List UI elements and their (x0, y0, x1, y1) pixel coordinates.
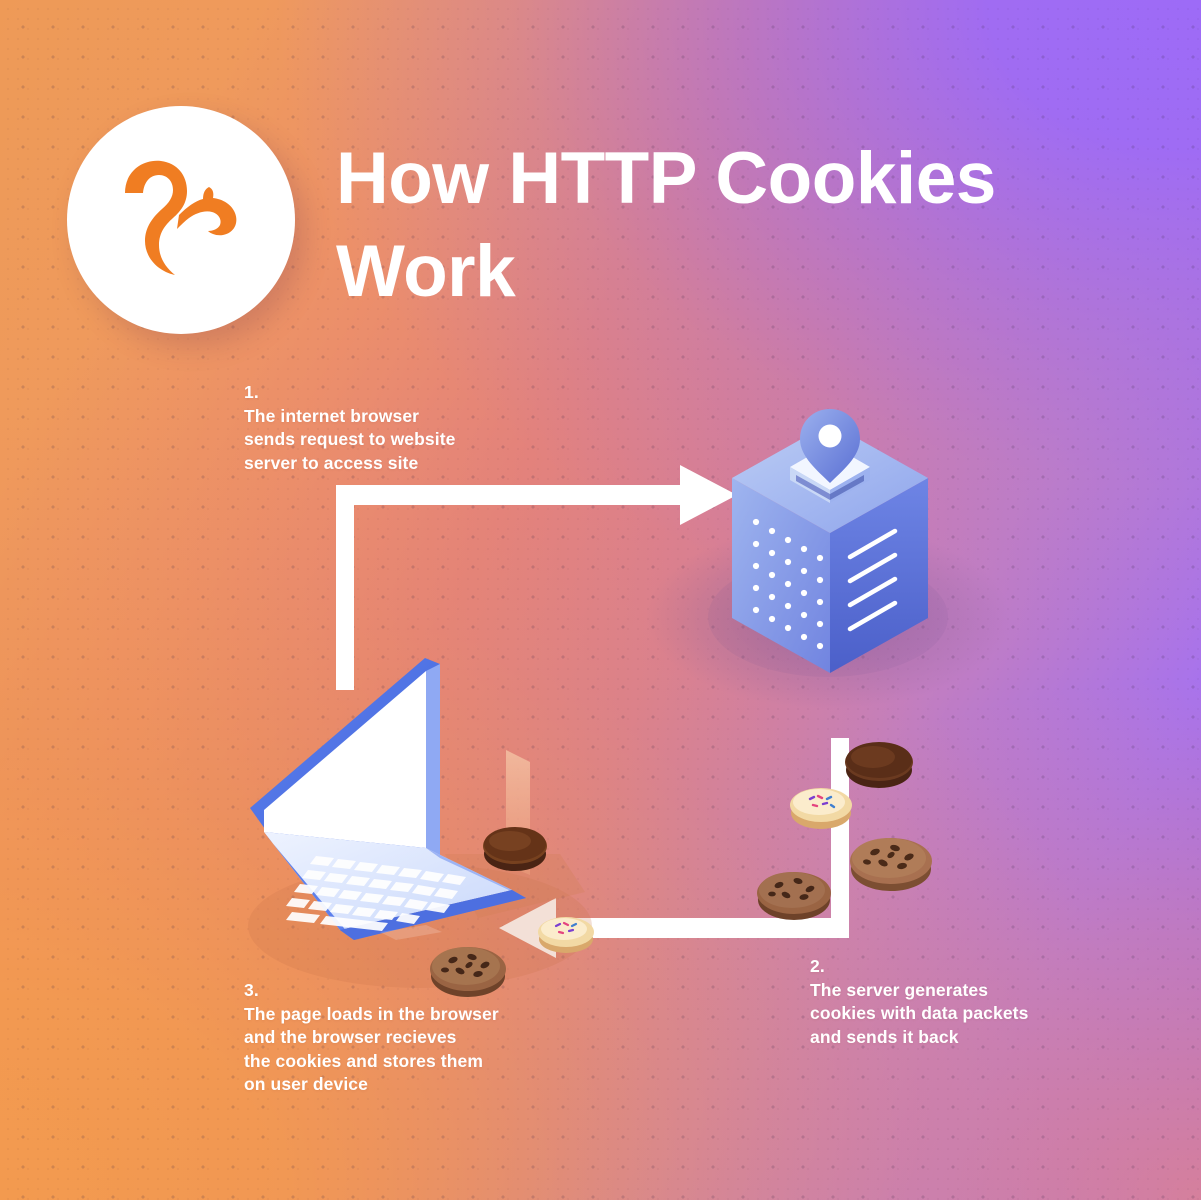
cookie-dark-on-laptop (483, 827, 547, 871)
step-3-text: The page loads in the browser and the br… (244, 1003, 499, 1095)
step-1-text: The internet browser sends request to we… (244, 405, 456, 473)
step-2-caption: 2. The server generates cookies with dat… (810, 955, 1100, 1049)
cookie-chip-right (850, 838, 932, 891)
step-1-caption: 1. The internet browser sends request to… (244, 381, 544, 475)
laptop-lid (250, 658, 440, 858)
infographic-canvas: How HTTP Cookies Work 1. The internet br… (0, 0, 1201, 1200)
step-2-text: The server generates cookies with data p… (810, 979, 1029, 1047)
step-3-number: 3. (244, 980, 259, 1000)
step-1-number: 1. (244, 382, 259, 402)
step-2-number: 2. (810, 956, 825, 976)
cookie-sprinkle-upper (790, 788, 852, 829)
cookie-chip-mid (757, 872, 831, 920)
step-3-caption: 3. The page loads in the browser and the… (244, 979, 574, 1097)
cookie-sprinkle-lower (538, 917, 594, 953)
server-tower (646, 409, 1010, 709)
